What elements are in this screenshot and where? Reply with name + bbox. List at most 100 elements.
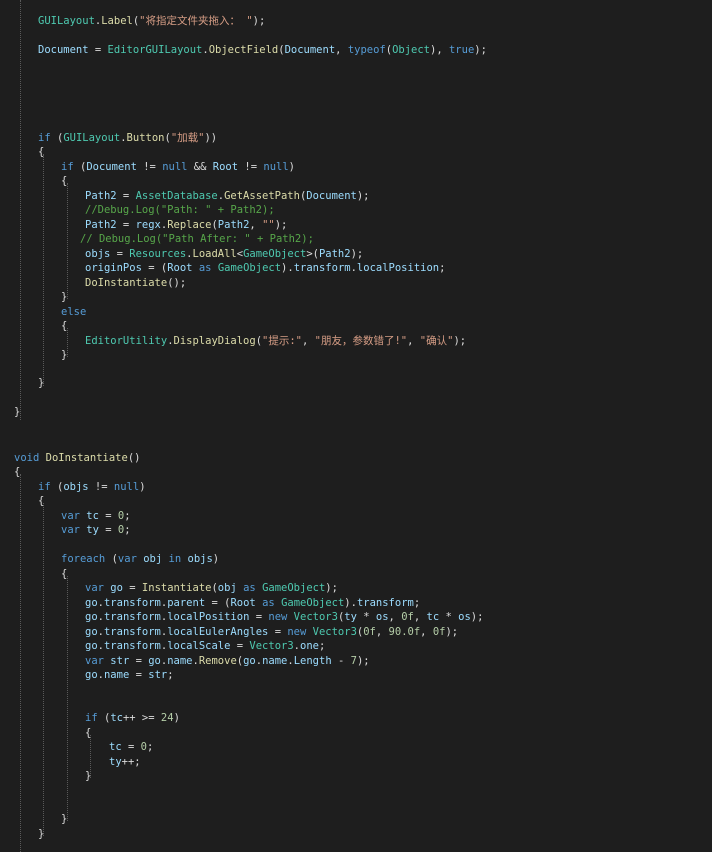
code-token: , xyxy=(420,626,433,638)
code-token: { xyxy=(61,175,68,187)
code-token: ; xyxy=(146,741,154,753)
code-token: ty xyxy=(109,756,122,768)
code-line: tc = 0; xyxy=(109,740,153,754)
code-line: var ty = 0; xyxy=(61,523,131,537)
code-token: Root xyxy=(230,597,256,609)
code-token: EditorGUILayout xyxy=(107,44,203,56)
code-token: Root xyxy=(212,161,239,173)
code-token: = xyxy=(98,510,118,522)
code-token: = xyxy=(129,655,149,667)
code-token: = xyxy=(88,44,108,56)
indent-guide xyxy=(20,0,21,420)
code-token: tc xyxy=(109,741,122,753)
code-token: true xyxy=(448,44,475,56)
code-token: as xyxy=(198,262,212,274)
code-token: >( xyxy=(306,248,319,260)
code-token: = xyxy=(230,640,250,652)
code-line: var go = Instantiate(obj as GameObject); xyxy=(85,581,338,595)
code-token: ); xyxy=(252,15,266,27)
code-token: ); xyxy=(470,611,484,623)
code-token: = ( xyxy=(141,262,168,274)
code-line: originPos = (Root as GameObject).transfo… xyxy=(85,261,445,275)
code-token: * xyxy=(356,611,376,623)
code-token: Document xyxy=(86,161,137,173)
code-token: as xyxy=(243,582,256,594)
code-token: = xyxy=(116,190,136,202)
code-token: "" xyxy=(262,219,275,231)
indent-guide xyxy=(43,503,44,836)
code-token: ObjectField xyxy=(208,44,279,56)
code-token: } xyxy=(85,770,92,782)
code-token: && xyxy=(187,161,213,173)
code-line: { xyxy=(61,567,67,581)
code-token: DoInstantiate xyxy=(45,452,128,464)
code-line: go.transform.localPosition = new Vector3… xyxy=(85,610,483,624)
code-token: ty xyxy=(344,611,357,623)
code-token: //Debug.Log("Path: " + Path2); xyxy=(85,204,275,216)
code-token: transform xyxy=(356,597,414,609)
code-token: Document xyxy=(284,44,336,56)
code-token: DisplayDialog xyxy=(173,335,256,347)
code-editor[interactable]: GUILayout.Label("将指定文件夹拖入： "); Document =… xyxy=(0,0,712,852)
code-token: Resources xyxy=(129,248,187,260)
code-token: = xyxy=(121,741,141,753)
code-token: 0f xyxy=(363,626,376,638)
code-token: obj xyxy=(143,553,163,565)
code-token: { xyxy=(38,495,45,507)
code-token: os xyxy=(458,611,471,623)
code-line: foreach (var obj in objs) xyxy=(61,552,219,566)
code-token: )) xyxy=(204,132,218,144)
code-token: Path2 xyxy=(85,219,117,231)
code-line: { xyxy=(61,174,67,188)
code-token: ; xyxy=(439,262,446,274)
code-line: // Debug.Log("Path After: " + Path2); xyxy=(80,232,314,246)
code-token: ); xyxy=(350,248,364,260)
code-token: go xyxy=(243,655,256,667)
code-token: transform xyxy=(103,626,161,638)
code-token: transform xyxy=(293,262,351,274)
code-token: if xyxy=(85,712,98,724)
code-token: tc xyxy=(426,611,440,623)
code-token: * xyxy=(439,611,459,623)
code-token: // Debug.Log("Path After: " + Path2); xyxy=(80,233,314,245)
code-token: { xyxy=(14,466,21,478)
code-token: objs xyxy=(63,481,89,493)
code-token: new xyxy=(287,626,307,638)
code-line: go.transform.localScale = Vector3.one; xyxy=(85,639,325,653)
code-token: , xyxy=(335,44,348,56)
code-token: "加载" xyxy=(170,132,205,144)
code-token: transform xyxy=(103,611,161,623)
code-token: go xyxy=(85,640,98,652)
code-token: null xyxy=(263,161,289,173)
code-token: go xyxy=(110,582,123,594)
code-token: 24 xyxy=(160,712,174,724)
code-token: tc xyxy=(86,510,99,522)
code-token: Label xyxy=(101,15,133,27)
code-token: var xyxy=(85,582,104,594)
code-token: } xyxy=(38,377,45,389)
code-token: objs xyxy=(85,248,111,260)
code-token: str xyxy=(110,655,130,667)
code-token: { xyxy=(38,146,45,158)
code-token: go xyxy=(85,611,98,623)
code-token: ). xyxy=(281,262,294,274)
code-line: else xyxy=(61,305,86,319)
code-token: ) xyxy=(173,712,180,724)
code-token: if xyxy=(61,161,74,173)
code-token: go xyxy=(85,597,98,609)
code-token: ) xyxy=(288,161,295,173)
code-token: Path2 xyxy=(217,219,250,231)
code-token: DoInstantiate xyxy=(85,277,168,289)
code-token: ; xyxy=(318,640,326,652)
code-token: } xyxy=(38,828,45,840)
code-token: ) xyxy=(212,553,220,565)
code-token: = xyxy=(110,248,130,260)
code-line: go.name = str; xyxy=(85,668,174,682)
code-token: go xyxy=(148,655,161,667)
code-token: one xyxy=(300,640,319,652)
code-token: if xyxy=(38,481,51,493)
code-token: ty xyxy=(86,524,99,536)
code-token: ); xyxy=(356,655,370,667)
code-token: ), xyxy=(430,44,449,56)
code-token: != xyxy=(88,481,114,493)
